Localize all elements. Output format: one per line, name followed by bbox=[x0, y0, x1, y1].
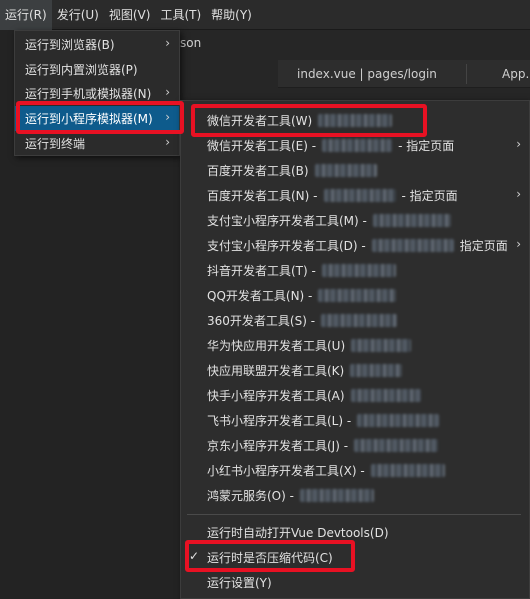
jd-devtools-label: 京东小程序开发者工具(J) - bbox=[207, 439, 349, 453]
run-to-phone-label: 运行到手机或模拟器(N) bbox=[25, 87, 152, 101]
specify-page-suffix: - 指定页面 bbox=[401, 189, 458, 203]
redacted-path bbox=[299, 489, 374, 502]
xiaohongshu-devtools-label: 小红书小程序开发者工具(X) - bbox=[207, 464, 365, 478]
tab-app[interactable]: App. bbox=[502, 67, 529, 81]
tab-index-vue[interactable]: index.vue | pages/login bbox=[297, 67, 437, 81]
harmony-service-label: 鸿蒙元服务(O) - bbox=[207, 489, 294, 503]
redacted-path bbox=[370, 464, 445, 477]
menu-tools[interactable]: 工具(T) bbox=[155, 0, 206, 30]
360-devtools-label: 360开发者工具(S) - bbox=[207, 314, 316, 328]
redacted-path bbox=[321, 314, 398, 327]
background-file-text: son bbox=[180, 36, 202, 50]
annotation-box-compress bbox=[185, 540, 355, 572]
chevron-right-icon: › bbox=[516, 187, 521, 201]
run-to-browser-label: 运行到浏览器(B) bbox=[25, 38, 115, 52]
specify-page-suffix: - 指定页面 bbox=[398, 139, 455, 153]
alipay-devtools-item[interactable]: 支付宝小程序开发者工具(M) - bbox=[181, 208, 529, 233]
chevron-right-icon: › bbox=[165, 135, 170, 149]
redacted-path bbox=[323, 189, 396, 202]
run-to-builtin-browser-label: 运行到内置浏览器(P) bbox=[25, 63, 138, 77]
annotation-box-miniprogram bbox=[16, 101, 184, 134]
douyin-devtools-item[interactable]: 抖音开发者工具(T) - bbox=[181, 258, 529, 283]
run-to-builtin-browser-item[interactable]: 运行到内置浏览器(P) bbox=[15, 57, 179, 82]
alipay-devtools-page-label: 支付宝小程序开发者工具(D) - bbox=[207, 239, 366, 253]
redacted-path bbox=[321, 264, 396, 277]
jd-devtools-item[interactable]: 京东小程序开发者工具(J) - bbox=[181, 433, 529, 458]
redacted-path bbox=[354, 439, 439, 452]
redacted-path bbox=[351, 339, 412, 352]
redacted-path bbox=[372, 214, 451, 227]
chevron-right-icon: › bbox=[165, 85, 170, 99]
menu-view[interactable]: 视图(V) bbox=[104, 0, 156, 30]
baidu-devtools-page-label: 百度开发者工具(N) - bbox=[207, 189, 318, 203]
baidu-devtools-label: 百度开发者工具(B) bbox=[207, 164, 309, 178]
run-to-browser-item[interactable]: 运行到浏览器(B) › bbox=[15, 32, 179, 57]
redacted-path bbox=[357, 414, 440, 427]
kuaishou-devtools-label: 快手小程序开发者工具(A) bbox=[207, 389, 345, 403]
qq-devtools-item[interactable]: QQ开发者工具(N) - bbox=[181, 283, 529, 308]
baidu-devtools-page-item[interactable]: 百度开发者工具(N) - - 指定页面 › bbox=[181, 183, 529, 208]
chevron-right-icon: › bbox=[165, 36, 170, 50]
redacted-path bbox=[322, 139, 393, 152]
huawei-quickapp-devtools-item[interactable]: 华为快应用开发者工具(U) bbox=[181, 333, 529, 358]
xiaohongshu-devtools-item[interactable]: 小红书小程序开发者工具(X) - bbox=[181, 458, 529, 483]
douyin-devtools-label: 抖音开发者工具(T) - bbox=[207, 264, 316, 278]
miniprogram-submenu: 微信开发者工具(W) 微信开发者工具(E) - - 指定页面 › 百度开发者工具… bbox=[180, 100, 530, 599]
run-menu: 运行到浏览器(B) › 运行到内置浏览器(P) 运行到手机或模拟器(N) › 运… bbox=[14, 30, 180, 156]
feishu-devtools-item[interactable]: 飞书小程序开发者工具(L) - bbox=[181, 408, 529, 433]
qq-devtools-label: QQ开发者工具(N) - bbox=[207, 289, 313, 303]
menu-bar: 运行(R) 发行(U) 视图(V) 工具(T) 帮助(Y) bbox=[0, 0, 530, 30]
redacted-path bbox=[318, 289, 397, 302]
quickapp-alliance-devtools-label: 快应用联盟开发者工具(K) bbox=[207, 364, 345, 378]
chevron-right-icon: › bbox=[516, 137, 521, 151]
alipay-devtools-label: 支付宝小程序开发者工具(M) - bbox=[207, 214, 367, 228]
annotation-box-wechat bbox=[191, 104, 427, 137]
redacted-path bbox=[314, 164, 377, 177]
baidu-devtools-item[interactable]: 百度开发者工具(B) bbox=[181, 158, 529, 183]
chevron-right-icon: › bbox=[516, 237, 521, 251]
auto-open-vue-devtools-label: 运行时自动打开Vue Devtools(D) bbox=[207, 526, 389, 540]
specify-page-suffix: 指定页面 bbox=[459, 239, 508, 253]
menu-separator bbox=[187, 514, 521, 515]
menu-run[interactable]: 运行(R) bbox=[0, 0, 52, 30]
menu-publish[interactable]: 发行(U) bbox=[52, 0, 104, 30]
run-to-terminal-label: 运行到终端 bbox=[25, 137, 86, 151]
redacted-path bbox=[350, 364, 403, 377]
360-devtools-item[interactable]: 360开发者工具(S) - bbox=[181, 308, 529, 333]
redacted-path bbox=[371, 239, 454, 252]
menu-help[interactable]: 帮助(Y) bbox=[206, 0, 257, 30]
run-to-terminal-item[interactable]: 运行到终端 › bbox=[15, 131, 179, 156]
harmony-service-item[interactable]: 鸿蒙元服务(O) - bbox=[181, 483, 529, 508]
huawei-quickapp-devtools-label: 华为快应用开发者工具(U) bbox=[207, 339, 346, 353]
redacted-path bbox=[350, 389, 421, 402]
run-settings-label: 运行设置(Y) bbox=[207, 576, 272, 590]
tab-separator bbox=[466, 64, 467, 84]
wechat-devtools-page-label: 微信开发者工具(E) - bbox=[207, 139, 317, 153]
feishu-devtools-label: 飞书小程序开发者工具(L) - bbox=[207, 414, 352, 428]
alipay-devtools-page-item[interactable]: 支付宝小程序开发者工具(D) - 指定页面 › bbox=[181, 233, 529, 258]
run-settings-item[interactable]: 运行设置(Y) bbox=[181, 570, 529, 595]
quickapp-alliance-devtools-item[interactable]: 快应用联盟开发者工具(K) bbox=[181, 358, 529, 383]
kuaishou-devtools-item[interactable]: 快手小程序开发者工具(A) bbox=[181, 383, 529, 408]
